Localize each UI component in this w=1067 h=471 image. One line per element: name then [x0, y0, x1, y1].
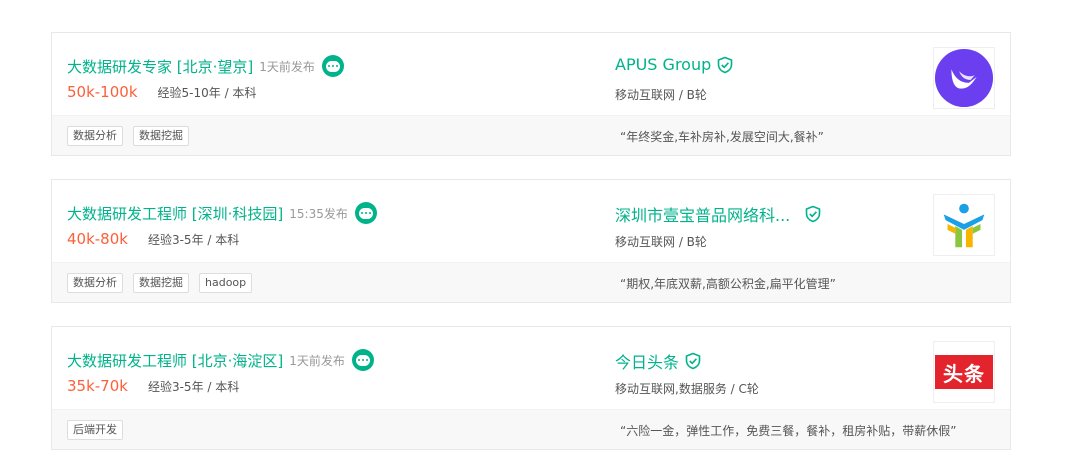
job-title-link[interactable]: 大数据研发工程师 [北京·海淀区]	[67, 350, 283, 371]
people-logo-icon	[943, 203, 985, 248]
job-list: 大数据研发专家 [北京·望京] 1天前发布 50k-100k 经验5-10年 /…	[51, 32, 1011, 450]
chat-icon[interactable]	[351, 349, 374, 371]
company-name-link[interactable]: 深圳市壹宝普品网络科...	[615, 202, 790, 226]
verified-shield-icon	[685, 352, 701, 370]
company-name-link[interactable]: APUS Group	[615, 55, 711, 74]
company-logo[interactable]	[933, 47, 995, 109]
publish-time: 1天前发布	[289, 353, 345, 368]
toutiao-logo-text: 头条	[943, 361, 985, 386]
company-industry: 移动互联网 / B轮	[615, 235, 707, 249]
job-requirements: 经验3-5年 / 本科	[147, 379, 240, 394]
chat-icon[interactable]	[321, 55, 344, 77]
company-benefits: “六险一金，弹性工作，免费三餐，餐补，租房补贴，带薪休假”	[620, 424, 957, 438]
chat-icon[interactable]	[354, 202, 377, 224]
salary: 50k-100k	[67, 83, 138, 101]
verified-shield-icon	[717, 56, 733, 73]
job-title-link[interactable]: 大数据研发工程师 [深圳·科技园]	[67, 203, 283, 224]
company-logo[interactable]	[933, 194, 995, 256]
skill-tags: 数据分析 数据挖掘 hadoop	[67, 273, 253, 293]
job-requirements: 经验5-10年 / 本科	[157, 85, 257, 100]
job-card-bottom: 数据分析 数据挖掘 hadoop “期权,年底双薪,高额公积金,扁平化管理”	[52, 262, 1010, 302]
company-name-link[interactable]: 今日头条	[615, 349, 679, 373]
company-industry: 移动互联网 / B轮	[615, 88, 707, 102]
skill-tag[interactable]: hadoop	[199, 273, 253, 293]
verified-shield-icon	[805, 205, 821, 223]
company-industry: 移动互联网,数据服务 / C轮	[615, 382, 759, 396]
job-title-row: 大数据研发工程师 [深圳·科技园] 15:35发布	[67, 201, 377, 225]
skill-tag[interactable]: 后端开发	[67, 420, 123, 440]
salary-row: 35k-70k 经验3-5年 / 本科	[67, 377, 239, 395]
salary-row: 40k-80k 经验3-5年 / 本科	[67, 230, 239, 248]
publish-time: 1天前发布	[259, 59, 315, 74]
job-title-link[interactable]: 大数据研发专家 [北京·望京]	[67, 56, 253, 77]
toutiao-logo-icon: 头条	[935, 355, 993, 389]
job-card-top: 大数据研发专家 [北京·望京] 1天前发布 50k-100k 经验5-10年 /…	[52, 33, 1010, 116]
salary: 40k-80k	[67, 230, 128, 248]
skill-tag[interactable]: 数据分析	[67, 126, 123, 146]
job-title-row: 大数据研发专家 [北京·望京] 1天前发布	[67, 54, 344, 78]
job-card[interactable]: 大数据研发工程师 [深圳·科技园] 15:35发布 40k-80k 经验3-5年…	[51, 179, 1011, 303]
salary: 35k-70k	[67, 377, 128, 395]
job-card[interactable]: 大数据研发专家 [北京·望京] 1天前发布 50k-100k 经验5-10年 /…	[51, 32, 1011, 156]
salary-row: 50k-100k 经验5-10年 / 本科	[67, 83, 256, 101]
job-card[interactable]: 大数据研发工程师 [北京·海淀区] 1天前发布 35k-70k 经验3-5年 /…	[51, 326, 1011, 450]
company-logo[interactable]: 头条	[933, 341, 995, 403]
skill-tags: 后端开发	[67, 420, 123, 440]
skill-tags: 数据分析 数据挖掘	[67, 126, 189, 146]
company-benefits: “年终奖金,车补房补,发展空间大,餐补”	[620, 130, 824, 144]
job-card-bottom: 数据分析 数据挖掘 “年终奖金,车补房补,发展空间大,餐补”	[52, 115, 1010, 155]
skill-tag[interactable]: 数据挖掘	[133, 126, 189, 146]
job-card-top: 大数据研发工程师 [北京·海淀区] 1天前发布 35k-70k 经验3-5年 /…	[52, 327, 1010, 410]
job-requirements: 经验3-5年 / 本科	[147, 232, 240, 247]
company-benefits: “期权,年底双薪,高额公积金,扁平化管理”	[620, 277, 836, 291]
publish-time: 15:35发布	[289, 206, 348, 221]
job-card-top: 大数据研发工程师 [深圳·科技园] 15:35发布 40k-80k 经验3-5年…	[52, 180, 1010, 263]
skill-tag[interactable]: 数据挖掘	[133, 273, 189, 293]
company-row: 今日头条	[615, 349, 702, 373]
job-card-bottom: 后端开发 “六险一金，弹性工作，免费三餐，餐补，租房补贴，带薪休假”	[52, 409, 1010, 449]
job-title-row: 大数据研发工程师 [北京·海淀区] 1天前发布	[67, 348, 374, 372]
skill-tag[interactable]: 数据分析	[67, 273, 123, 293]
apus-swallow-logo-icon	[934, 48, 994, 108]
company-row: APUS Group	[615, 55, 734, 74]
company-row: 深圳市壹宝普品网络科...	[615, 202, 822, 226]
